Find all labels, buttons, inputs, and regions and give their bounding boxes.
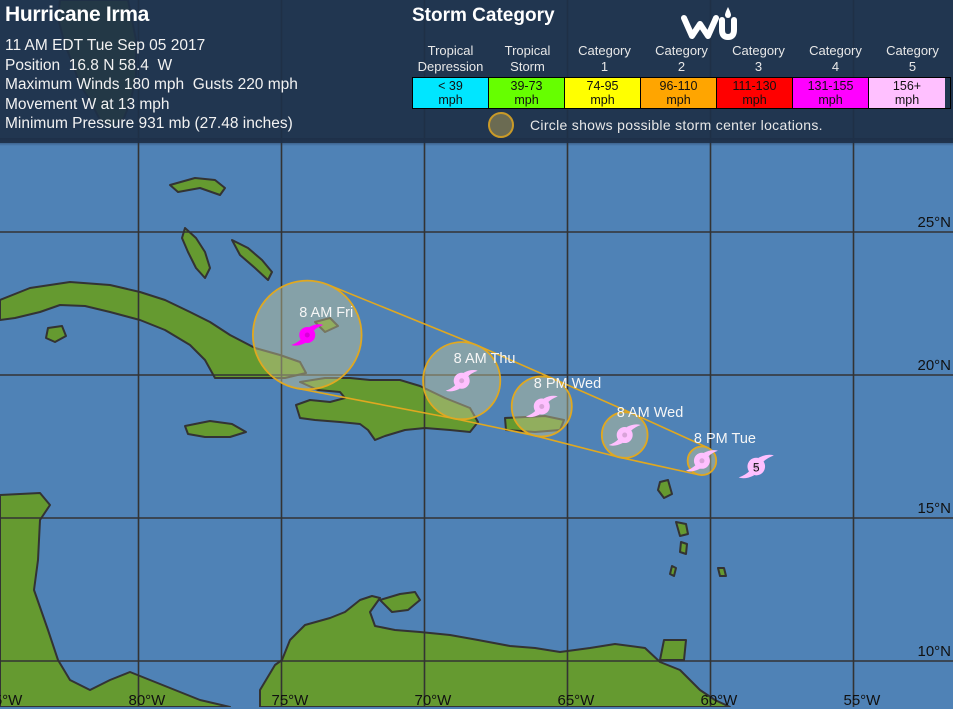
lon-label: 60°W [700,692,738,709]
storm-category-legend: Tropical Depression Tropical Storm Categor… [412,43,951,109]
legend-label: Category 5 [886,43,939,74]
land-trinidad [659,639,687,661]
land-barbados [717,567,727,577]
circle-note: Circle shows possible storm center locat… [488,112,823,138]
legend-title: Storm Category [412,5,555,26]
uncertainty-circle-icon [488,112,514,138]
category-number: 5 [753,460,760,474]
wu-logo-icon [681,7,737,40]
storm-winds: Maximum Winds 180 mph Gusts 220 mph [5,76,298,94]
legend-swatch: 39-73 mph [489,78,565,108]
legend-swatch: < 39 mph [413,78,489,108]
forecast-time-label: 8 PM Wed [533,376,602,393]
lat-label: 25°N [917,214,951,231]
legend-labels: Tropical Depression Tropical Storm Categor… [412,43,951,75]
forecast-time-label: 8 AM Wed [616,405,684,422]
forecast-time-label: 8 AM Fri [299,304,354,321]
legend-swatch: 156+ mph [869,78,945,108]
legend-label: Tropical Depression [417,43,484,74]
lon-label: 85°W [0,692,23,709]
lon-label: 65°W [557,692,595,709]
advisory-time: 11 AM EDT Tue Sep 05 2017 [5,37,206,54]
legend-label: Tropical Storm [504,43,551,74]
legend-swatch: 96-110 mph [641,78,717,108]
legend-label: Category 4 [809,43,862,74]
lat-label: 10°N [917,643,951,660]
lat-label: 20°N [917,357,951,374]
storm-pressure: Minimum Pressure 931 mb (27.48 inches) [5,115,293,133]
land-st-lucia [669,565,677,577]
storm-movement: Movement W at 13 mph [5,95,170,113]
forecast-time-label: 8 PM Tue [693,430,756,447]
land-martinique [679,541,688,555]
legend-swatch: 111-130 mph [717,78,793,108]
legend-swatches: < 39 mph 39-73 mph 74-95 mph 96-110 mph 111-… [412,77,951,109]
lat-label: 15°N [917,500,951,517]
circle-note-text: Circle shows possible storm center locat… [530,117,823,133]
legend-label: Category 1 [578,43,631,74]
lon-label: 55°W [843,692,881,709]
storm-title: Hurricane Irma [5,3,150,26]
legend-label: Category 3 [732,43,785,74]
legend-label: Category 2 [655,43,708,74]
lon-label: 80°W [128,692,166,709]
lon-label: 75°W [271,692,309,709]
legend-swatch: 74-95 mph [565,78,641,108]
lon-label: 70°W [414,692,452,709]
legend-swatch: 131-155 mph [793,78,869,108]
forecast-time-label: 8 AM Thu [453,350,516,367]
header-fade [0,138,953,146]
storm-position: Position 16.8 N 58.4 W [5,56,173,74]
storm-info: 11 AM EDT Tue Sep 05 2017 Position 16.8 … [5,36,298,134]
